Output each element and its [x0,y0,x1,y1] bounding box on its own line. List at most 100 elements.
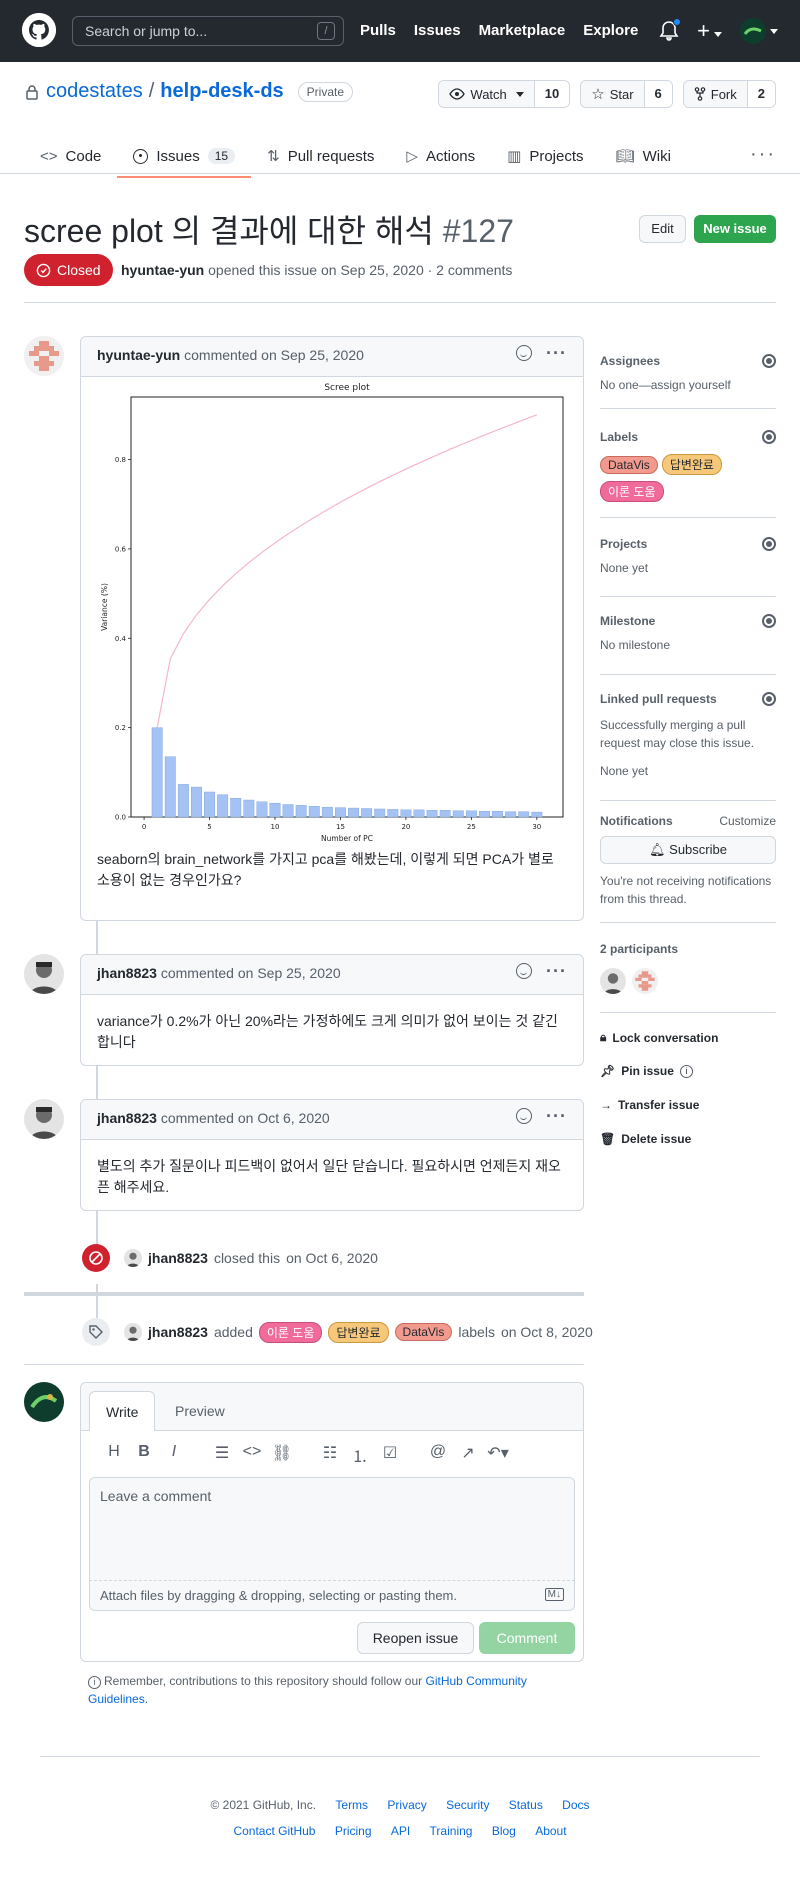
kebab-icon[interactable]: ··· [546,344,567,362]
avatar[interactable] [24,954,64,994]
gear-icon[interactable] [762,430,776,444]
emoji-reaction-icon[interactable] [516,1108,533,1124]
avatar[interactable] [124,1249,142,1267]
watch-count[interactable]: 10 [534,81,570,107]
comment-author-link[interactable]: jhan8823 [97,965,157,981]
bold-icon[interactable]: B [129,1443,159,1467]
nav-issues[interactable]: Issues [414,22,461,39]
event-date[interactable]: on Oct 8, 2020 [501,1324,593,1340]
kebab-icon[interactable]: ··· [546,962,567,980]
footer-link-training[interactable]: Training [430,1824,473,1838]
fork-count[interactable]: 2 [747,81,775,107]
italic-icon[interactable]: I [159,1443,189,1467]
edit-title-button[interactable]: Edit [639,215,686,243]
nav-pulls[interactable]: Pulls [360,22,396,39]
quote-icon[interactable]: ☰ [207,1443,237,1467]
create-new-menu[interactable]: + [697,20,722,42]
footer-link-blog[interactable]: Blog [492,1824,516,1838]
reply-icon[interactable]: ↶▾ [483,1443,513,1467]
reopen-issue-button[interactable]: Reopen issue [357,1622,474,1654]
new-issue-button[interactable]: New issue [694,215,776,243]
watch-button[interactable]: Watch 10 [438,80,571,108]
tab-pull-requests[interactable]: ⇅ Pull requests [251,138,390,174]
kebab-icon[interactable]: ··· [546,1107,567,1125]
gear-icon[interactable] [762,692,776,706]
star-button[interactable]: ☆ Star 6 [580,80,673,108]
subscribe-button[interactable]: 🔔︎ Subscribe [600,836,776,864]
heading-icon[interactable]: H [99,1443,129,1467]
task-list-icon[interactable]: ☑ [375,1443,405,1467]
footer-link-status[interactable]: Status [509,1798,543,1812]
label-datavis[interactable]: DataVis [394,1323,453,1341]
comment-button[interactable]: Comment [479,1622,575,1654]
attach-files-bar[interactable]: Attach files by dragging & dropping, sel… [89,1581,575,1611]
footer-link-privacy[interactable]: Privacy [387,1798,426,1812]
search-input[interactable]: Search or jump to... / [72,16,344,46]
tab-code[interactable]: <> Code [24,138,117,174]
assign-yourself-link[interactable]: No one—assign yourself [600,376,776,394]
tab-projects[interactable]: ▥ Projects [491,138,599,174]
cross-reference-icon[interactable]: ↗ [453,1443,483,1467]
link-icon[interactable]: ⛓ [267,1443,297,1467]
lock-conversation-link[interactable]: 🔒︎ Lock conversation [600,1030,718,1045]
avatar[interactable] [632,968,658,994]
event-actor-link[interactable]: jhan8823 [148,1324,208,1340]
gear-icon[interactable] [762,614,776,628]
issue-author-link[interactable]: hyuntae-yun [121,262,204,278]
emoji-reaction-icon[interactable] [516,345,533,361]
tab-actions[interactable]: ▷ Actions [390,138,491,174]
pin-issue-link[interactable]: 📌︎ Pin issue i [600,1064,693,1078]
comment-author-link[interactable]: hyuntae-yun [97,347,180,363]
numbered-list-icon[interactable]: ⒈ [345,1443,375,1467]
tab-wiki[interactable]: 📖︎ Wiki [600,138,687,174]
mention-icon[interactable]: @ [423,1443,453,1467]
gear-icon[interactable] [762,537,776,551]
delete-issue-link[interactable]: 🗑︎ Delete issue [600,1132,691,1146]
github-logo-icon[interactable] [22,13,56,47]
footer-link-api[interactable]: API [391,1824,410,1838]
avatar[interactable] [124,1323,142,1341]
footer-link-security[interactable]: Security [446,1798,489,1812]
footer-link-pricing[interactable]: Pricing [335,1824,372,1838]
avatar[interactable] [600,968,626,994]
label-theory[interactable]: 이론 도움 [258,1321,323,1343]
avatar[interactable] [24,1099,64,1139]
star-count[interactable]: 6 [644,81,672,107]
label-done[interactable]: 답변완료 [661,454,722,475]
bullet-list-icon[interactable]: ☷ [315,1443,345,1467]
repo-owner-link[interactable]: codestates [46,80,143,103]
label-datavis[interactable]: DataVis [600,456,658,474]
footer-link-terms[interactable]: Terms [335,1798,368,1812]
sidebar-heading[interactable]: Projects [600,537,647,551]
notifications-bell-icon[interactable] [659,18,682,42]
customize-link[interactable]: Customize [719,814,776,828]
emoji-reaction-icon[interactable] [516,963,533,979]
sidebar-heading[interactable]: Labels [600,430,638,444]
gear-icon[interactable] [762,354,776,368]
nav-explore[interactable]: Explore [583,22,638,39]
label-theory[interactable]: 이론 도움 [600,481,664,502]
repo-name-link[interactable]: help-desk-ds [160,80,283,103]
comment-textarea[interactable]: Leave a comment [89,1477,575,1581]
tab-issues[interactable]: Issues 15 [117,138,251,178]
footer-link-docs[interactable]: Docs [562,1798,589,1812]
avatar[interactable] [24,336,64,376]
nav-marketplace[interactable]: Marketplace [479,22,566,39]
footer-link-contact[interactable]: Contact GitHub [233,1824,315,1838]
sidebar-heading[interactable]: Assignees [600,354,660,368]
transfer-issue-link[interactable]: → Transfer issue [600,1098,699,1112]
tab-preview[interactable]: Preview [159,1391,241,1431]
sidebar-heading[interactable]: Linked pull requests [600,692,717,706]
label-done[interactable]: 답변완료 [328,1321,389,1343]
fork-button[interactable]: Fork 2 [682,80,776,108]
user-menu[interactable] [740,18,778,44]
comment-author-link[interactable]: jhan8823 [97,1110,157,1126]
more-tabs-kebab-icon[interactable]: ··· [750,144,776,164]
sidebar-heading[interactable]: Milestone [600,614,655,628]
footer-link-about[interactable]: About [535,1824,566,1838]
event-date[interactable]: on Oct 6, 2020 [286,1250,378,1266]
event-actor-link[interactable]: jhan8823 [148,1250,208,1266]
avatar[interactable] [24,1382,64,1422]
code-icon[interactable]: <> [237,1443,267,1467]
tab-write[interactable]: Write [89,1391,156,1431]
